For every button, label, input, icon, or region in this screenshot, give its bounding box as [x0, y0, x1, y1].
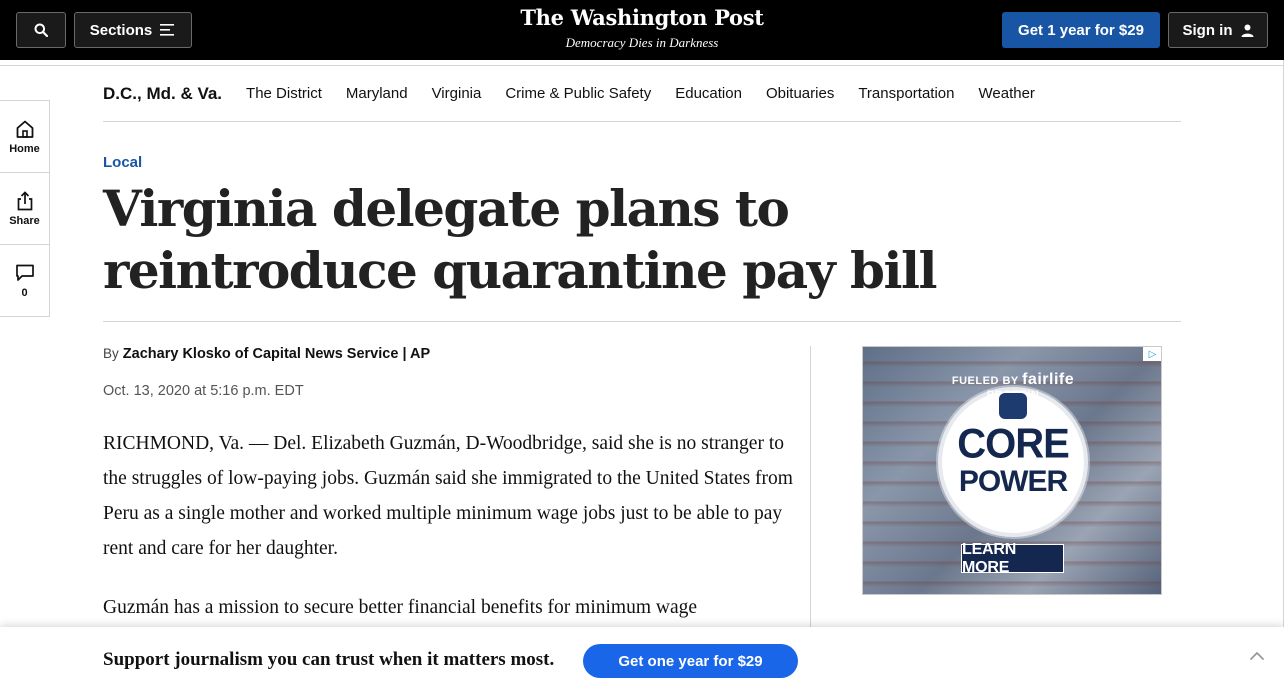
chevron-up-icon[interactable]: [1246, 645, 1268, 667]
subnav-item-obituaries[interactable]: Obituaries: [766, 80, 834, 108]
site-logo[interactable]: The Washington Post Democracy Dies in Da…: [500, 4, 784, 51]
subscription-promo-bar: Support journalism you can trust when it…: [0, 627, 1284, 695]
article-paragraph: Guzmán has a mission to secure better fi…: [103, 597, 698, 618]
byline: By Zachary Klosko of Capital News Servic…: [103, 346, 430, 362]
home-label: Home: [9, 142, 40, 155]
home-button[interactable]: Home: [0, 101, 49, 173]
ad-core-text: CORE: [957, 420, 1070, 468]
sign-in-button[interactable]: Sign in: [1168, 12, 1268, 48]
section-subnav: D.C., Md. & Va. The District Maryland Vi…: [103, 80, 1181, 122]
subnav-item-crime-public-safety[interactable]: Crime & Public Safety: [505, 80, 651, 108]
sections-label: Sections: [89, 21, 153, 39]
headline-divider: [103, 321, 1181, 322]
promo-subscribe-button[interactable]: Get one year for $29: [583, 644, 798, 678]
logo-tagline: Democracy Dies in Darkness: [565, 35, 719, 50]
subnav-item-weather[interactable]: Weather: [979, 80, 1035, 108]
share-button[interactable]: Share: [0, 173, 49, 245]
author-link[interactable]: Zachary Klosko of Capital News Service: [123, 346, 399, 362]
comments-count: 0: [21, 287, 28, 299]
share-label: Share: [9, 214, 40, 227]
comment-icon: [15, 264, 34, 281]
cow-icon: [999, 393, 1027, 419]
ad-brand: fairlife: [1022, 371, 1075, 388]
subnav-item-transportation[interactable]: Transportation: [858, 80, 954, 108]
sections-button[interactable]: Sections: [74, 12, 192, 48]
ad-fueled-text: FUELED BY: [951, 375, 1019, 387]
promo-text: Support journalism you can trust when it…: [103, 649, 555, 670]
share-icon: [17, 190, 32, 210]
subnav-title[interactable]: D.C., Md. & Va.: [103, 80, 222, 108]
logo-title: The Washington Post: [520, 5, 764, 30]
sign-in-label: Sign in: [1182, 21, 1233, 39]
article-toolbar: Home Share 0: [0, 100, 50, 317]
publish-timestamp: Oct. 13, 2020 at 5:16 p.m. EDT: [103, 383, 304, 399]
subnav-item-education[interactable]: Education: [675, 80, 742, 108]
agency-label: | AP: [402, 346, 431, 362]
advertisement[interactable]: ▷ FUELED BY fairlife PROTEIN CORE POWER …: [862, 346, 1162, 595]
byline-prefix: By: [103, 346, 119, 361]
home-icon: [16, 120, 33, 138]
column-divider: [810, 346, 811, 636]
search-icon: [34, 23, 48, 37]
menu-icon: [160, 24, 175, 36]
section-kicker[interactable]: Local: [103, 154, 142, 171]
subscribe-button[interactable]: Get 1 year for $29: [1002, 12, 1160, 48]
header-divider: [0, 60, 1284, 66]
user-icon: [1241, 24, 1253, 37]
ad-power-text: POWER: [958, 465, 1068, 498]
top-bar: Sections The Washington Post Democracy D…: [0, 0, 1284, 60]
ad-learn-more-button[interactable]: LEARN MORE: [961, 541, 1064, 576]
article-headline: Virginia delegate plans to reintroduce q…: [103, 179, 938, 300]
subnav-item-virginia[interactable]: Virginia: [432, 80, 482, 108]
adchoices-icon[interactable]: ▷: [1143, 347, 1161, 361]
subnav-item-maryland[interactable]: Maryland: [346, 80, 408, 108]
comments-button[interactable]: 0: [0, 245, 49, 317]
subnav-item-the-district[interactable]: The District: [246, 80, 322, 108]
search-button[interactable]: [16, 12, 66, 48]
article-paragraph: RICHMOND, Va. — Del. Elizabeth Guzmán, D…: [103, 433, 793, 559]
